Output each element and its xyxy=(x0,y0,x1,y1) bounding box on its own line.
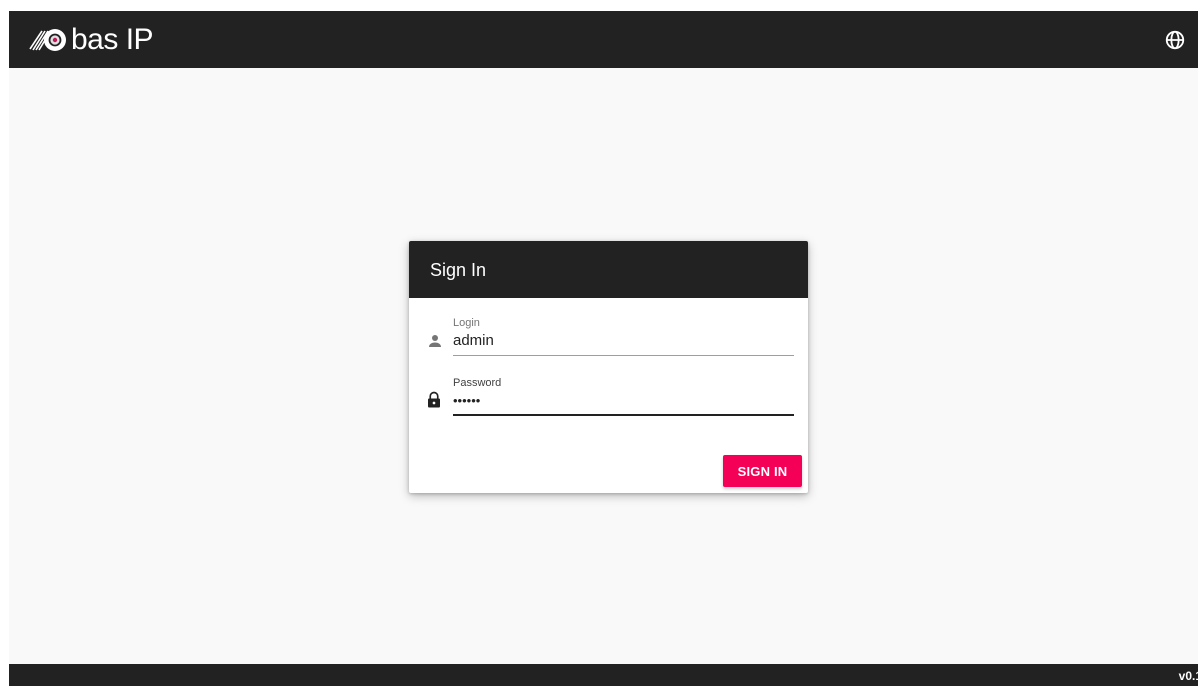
top-bar: bas IP xyxy=(9,11,1198,68)
app-root: bas IP Sign In Login Password •••••• SIG… xyxy=(9,11,1198,686)
footer-bar: v0.1 xyxy=(9,664,1198,686)
password-label: Password xyxy=(453,377,502,389)
sign-in-card: Sign In Login Password •••••• SIGN IN xyxy=(409,241,808,493)
login-input[interactable] xyxy=(453,330,793,350)
sign-in-header: Sign In xyxy=(409,241,808,298)
brand-logo-text: bas IP xyxy=(71,23,154,56)
sign-in-title: Sign In xyxy=(430,260,487,280)
lock-icon xyxy=(428,391,440,408)
person-icon xyxy=(429,335,441,347)
login-underline xyxy=(453,355,794,356)
login-label: Login xyxy=(453,317,480,329)
password-underline xyxy=(453,414,794,416)
version-label: v0.1 xyxy=(1178,669,1198,683)
brand-logo: bas IP xyxy=(28,23,154,57)
bas-ip-logo-icon xyxy=(29,29,66,51)
password-input[interactable]: •••••• xyxy=(453,392,793,412)
sign-in-button[interactable]: SIGN IN xyxy=(723,455,802,487)
globe-icon[interactable] xyxy=(1164,29,1186,51)
